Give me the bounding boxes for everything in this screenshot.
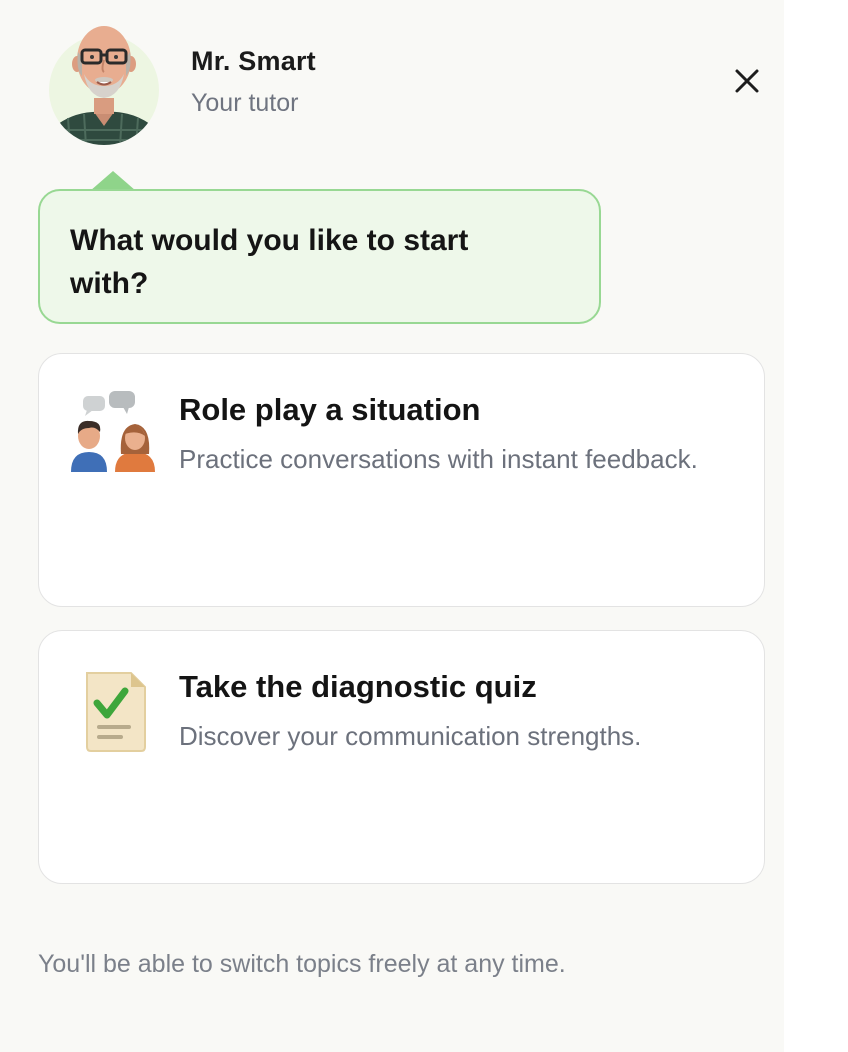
tutor-name: Mr. Smart <box>191 46 316 76</box>
speech-bubble-tail <box>90 171 136 191</box>
conversation-people-icon <box>71 391 155 472</box>
speech-bubble: What would you like to start with? <box>38 189 601 324</box>
close-icon[interactable] <box>728 62 766 100</box>
option-card-diagnostic-quiz[interactable]: Take the diagnostic quiz Discover your c… <box>38 630 765 884</box>
prompt-question: What would you like to start with? <box>70 224 469 300</box>
tutor-role: Your tutor <box>191 89 299 117</box>
footer-note: You'll be able to switch topics freely a… <box>38 950 566 978</box>
option-description: Practice conversations with instant feed… <box>179 444 698 474</box>
checklist-document-icon <box>86 672 146 752</box>
option-card-role-play[interactable]: Role play a situation Practice conversat… <box>38 353 765 607</box>
tutor-avatar <box>49 26 159 145</box>
option-title: Take the diagnostic quiz <box>179 669 537 704</box>
option-title: Role play a situation <box>179 392 481 427</box>
option-description: Discover your communication strengths. <box>179 721 642 751</box>
tutor-panel: Mr. Smart Your tutor What would you like… <box>0 0 784 1052</box>
